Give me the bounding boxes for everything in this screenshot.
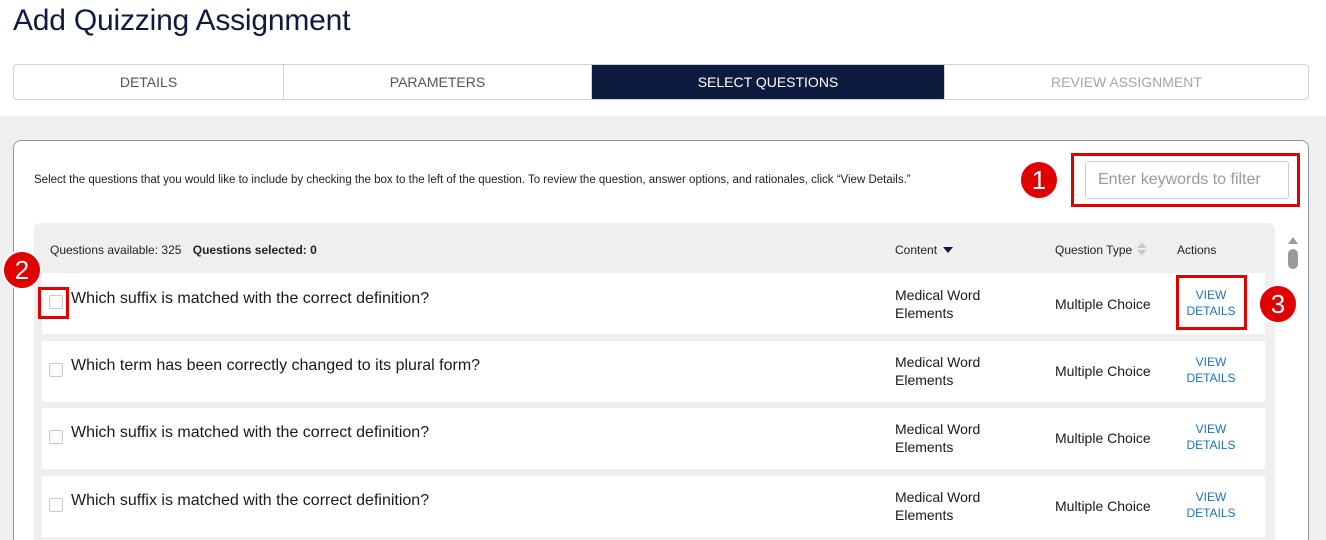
view-details-line: VIEW [1195, 422, 1227, 436]
scroll-thumb[interactable] [1288, 249, 1298, 269]
content-cell: Medical Word Elements [895, 286, 1015, 322]
page-title: Add Quizzing Assignment [13, 4, 351, 37]
tab-parameters[interactable]: PARAMETERS [284, 65, 592, 99]
question-type-column-header[interactable]: Question Type [1055, 243, 1148, 257]
content-cell: Medical Word Elements [895, 488, 1015, 524]
view-details-link[interactable]: VIEW DETAILS [1172, 354, 1250, 386]
tab-review-assignment: REVIEW ASSIGNMENT [1051, 74, 1202, 90]
content-column-header[interactable]: Content [895, 243, 954, 257]
question-checkbox[interactable] [49, 430, 63, 444]
questions-selected: Questions selected: 0 [192, 243, 317, 257]
question-text: Which suffix is matched with the correct… [71, 492, 430, 509]
content-cell: Medical Word Elements [895, 420, 1015, 456]
question-type-header-label: Question Type [1055, 243, 1133, 257]
questions-table: Questions available: 325 Questions selec… [34, 223, 1275, 540]
question-checkbox[interactable] [49, 498, 63, 512]
content-line: Medical Word [895, 354, 981, 370]
content-cell: Medical Word Elements [895, 353, 1015, 389]
callout-highlight-checkbox [38, 287, 69, 319]
table-header: Questions available: 325 Questions selec… [34, 223, 1275, 273]
questions-available: Questions available: 325 [50, 243, 182, 257]
callout-badge-3: 3 [1258, 284, 1298, 324]
question-type-cell: Multiple Choice [1055, 363, 1151, 379]
content-line: Medical Word [895, 421, 981, 437]
content-line: Elements [895, 305, 954, 321]
assignment-stepper: DETAILS PARAMETERS SELECT QUESTIONS REVI… [13, 64, 1309, 100]
tab-select-questions[interactable]: SELECT QUESTIONS [592, 65, 945, 99]
view-details-link[interactable]: VIEW DETAILS [1172, 421, 1250, 453]
question-type-cell: Multiple Choice [1055, 498, 1151, 514]
content-line: Elements [895, 439, 954, 455]
callout-badge-1: 1 [1019, 160, 1059, 200]
content-header-label: Content [895, 243, 938, 257]
table-row: Which term has been correctly changed to… [42, 341, 1265, 402]
content-line: Elements [895, 507, 954, 523]
view-details-link[interactable]: VIEW DETAILS [1172, 489, 1250, 521]
question-checkbox[interactable] [49, 363, 63, 377]
question-text: Which suffix is matched with the correct… [71, 290, 430, 307]
instructions-text: Select the questions that you would like… [34, 174, 911, 186]
content-line: Medical Word [895, 287, 981, 303]
callout-badge-2: 2 [2, 250, 42, 290]
question-type-cell: Multiple Choice [1055, 296, 1151, 312]
table-row: Which suffix is matched with the correct… [42, 273, 1265, 334]
table-scrollbar[interactable] [1287, 237, 1299, 540]
actions-column-header: Actions [1177, 243, 1217, 257]
content-line: Medical Word [895, 489, 981, 505]
question-type-cell: Multiple Choice [1055, 430, 1151, 446]
content-line: Elements [895, 372, 954, 388]
question-text: Which suffix is matched with the correct… [71, 424, 430, 441]
view-details-line: DETAILS [1186, 506, 1236, 520]
callout-highlight-view-details [1176, 275, 1247, 330]
view-details-line: DETAILS [1186, 438, 1236, 452]
view-details-line: DETAILS [1186, 371, 1236, 385]
sort-both-icon [1137, 243, 1148, 257]
tab-details[interactable]: DETAILS [14, 65, 284, 99]
table-row: Which suffix is matched with the correct… [42, 476, 1265, 537]
view-details-line: VIEW [1195, 490, 1227, 504]
scroll-up-arrow-icon[interactable] [1288, 237, 1298, 244]
question-text: Which term has been correctly changed to… [71, 357, 481, 374]
table-row: Which suffix is matched with the correct… [42, 408, 1265, 469]
sort-descending-icon [943, 247, 954, 253]
callout-highlight-filter [1071, 153, 1300, 207]
question-counts: Questions available: 325 Questions selec… [50, 243, 317, 257]
view-details-line: VIEW [1195, 355, 1227, 369]
